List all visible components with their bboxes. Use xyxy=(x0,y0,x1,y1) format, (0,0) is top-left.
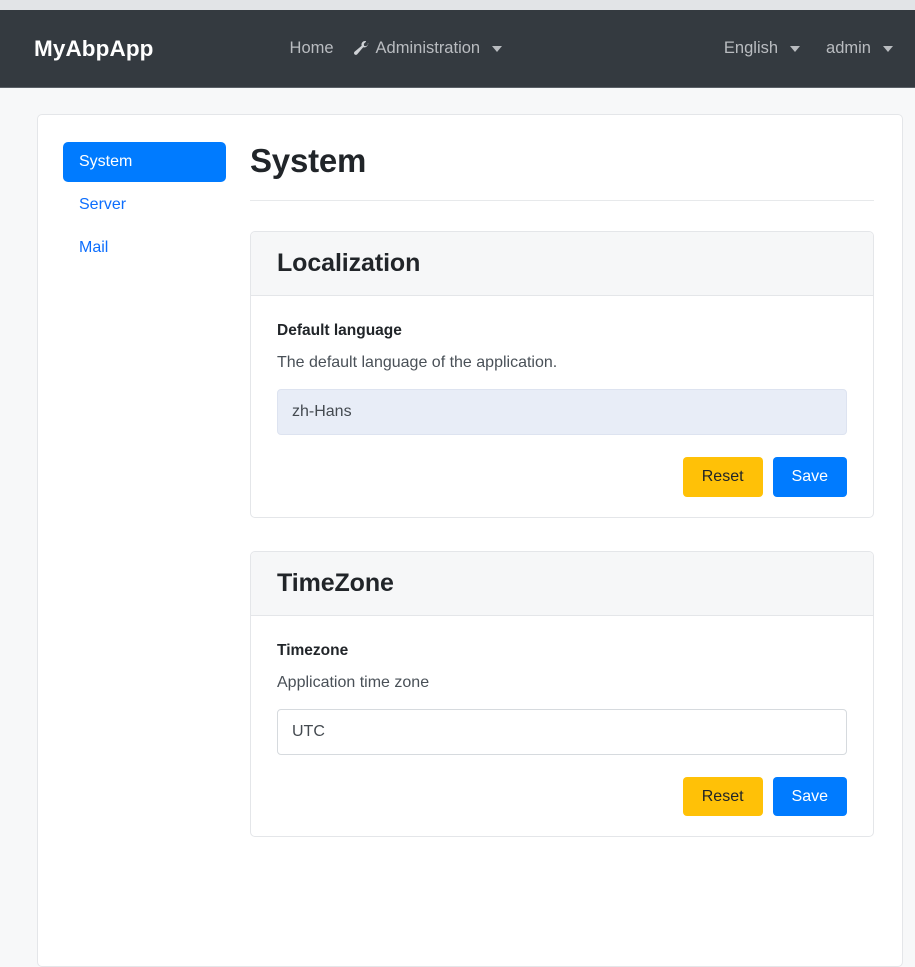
timezone-reset-button[interactable]: Reset xyxy=(682,776,763,817)
default-language-description: The default language of the application. xyxy=(277,354,558,371)
user-menu-label: admin xyxy=(826,39,871,57)
localization-card-title: Localization xyxy=(277,249,421,277)
wrench-icon xyxy=(353,41,369,56)
timezone-card: TimeZone Timezone Application time zone … xyxy=(250,550,874,838)
sidebar-item-mail[interactable]: Mail xyxy=(63,228,226,268)
localization-save-button[interactable]: Save xyxy=(772,457,847,497)
language-selector-label: English xyxy=(723,39,779,57)
localization-reset-button[interactable]: Reset xyxy=(682,457,763,497)
nav-right-group: English admin xyxy=(724,39,893,58)
localization-card: Localization Default language The defaul… xyxy=(250,231,874,518)
timezone-button-row: Reset Save xyxy=(277,776,847,817)
timezone-description: Application time zone xyxy=(277,673,430,691)
timezone-card-body: Timezone Application time zone UTC Reset… xyxy=(251,616,873,837)
chevron-down-icon xyxy=(883,45,893,52)
timezone-label: Timezone xyxy=(277,641,349,659)
main-nav: Home Administration xyxy=(290,39,503,58)
timezone-card-header: TimeZone xyxy=(251,551,873,616)
nav-item-home[interactable]: Home xyxy=(290,39,334,58)
default-language-label: Default language xyxy=(277,322,402,339)
page-body: System Server Mail System Localization D… xyxy=(0,88,915,967)
top-navbar: MyAbpApp Home Administration English adm… xyxy=(0,10,915,88)
user-menu[interactable]: admin xyxy=(826,39,893,58)
window-top-strip xyxy=(0,0,915,10)
page-title: System xyxy=(250,142,367,179)
language-selector[interactable]: English xyxy=(723,39,801,58)
timezone-select[interactable]: UTC xyxy=(277,708,847,755)
nav-item-administration[interactable]: Administration xyxy=(353,39,503,58)
localization-card-body: Default language The default language of… xyxy=(251,296,873,517)
settings-sidebar: System Server Mail xyxy=(38,142,242,966)
default-language-select[interactable]: zh-Hans xyxy=(277,389,847,435)
settings-content: System Localization Default language The… xyxy=(242,142,902,966)
localization-button-row: Reset Save xyxy=(277,457,847,497)
nav-item-administration-label: Administration xyxy=(375,39,481,57)
title-divider xyxy=(250,200,874,201)
sidebar-item-server[interactable]: Server xyxy=(63,185,226,225)
chevron-down-icon xyxy=(790,45,801,52)
localization-card-header: Localization xyxy=(251,232,873,296)
chevron-down-icon xyxy=(492,45,503,52)
nav-item-home-label: Home xyxy=(289,39,334,57)
timezone-card-title: TimeZone xyxy=(277,568,394,597)
sidebar-item-system[interactable]: System xyxy=(63,142,226,182)
timezone-save-button[interactable]: Save xyxy=(772,776,847,817)
app-brand[interactable]: MyAbpApp xyxy=(34,36,154,62)
settings-container: System Server Mail System Localization D… xyxy=(37,114,903,967)
